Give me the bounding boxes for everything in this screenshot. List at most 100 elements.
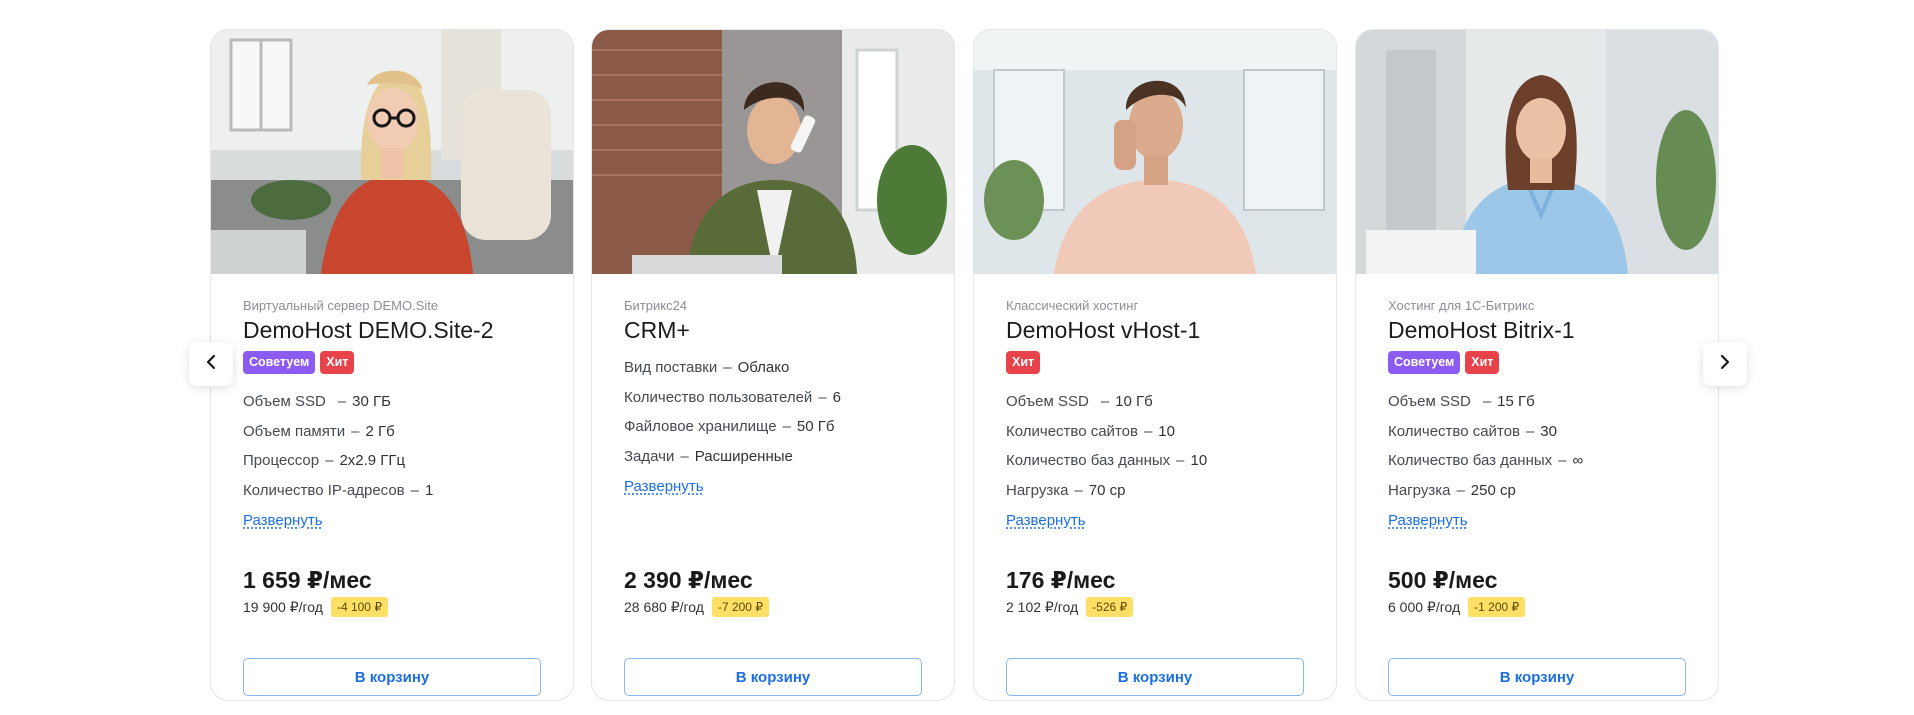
add-to-cart-button[interactable]: В корзину (243, 658, 541, 696)
card-photo-man-phone-brick (592, 30, 954, 274)
spec-name: Нагрузка (1388, 481, 1451, 499)
tariff-card: Хостинг для 1С-Битрикс DemoHost Bitrix-1… (1355, 29, 1719, 701)
discount-badge: -1 200 ₽ (1468, 597, 1526, 617)
tariff-card: Битрикс24 CRM+ Вид поставки – Облако Колич… (591, 29, 955, 701)
spec-row: Объем SSD –30 ГБ (243, 393, 391, 410)
monthly-price: 2 390 ₽/мес (624, 567, 753, 593)
spec-name: Вид поставки (624, 359, 718, 376)
add-to-cart-button[interactable]: В корзину (1388, 658, 1686, 696)
spec-list: Вид поставки – Облако Количество пользоват… (624, 358, 924, 476)
spec-name: Количество пользователей (624, 388, 813, 406)
yearly-price: 2 102 ₽/год (1006, 598, 1079, 615)
spec-row: Задачи – Расширенные (624, 447, 793, 465)
spec-value: ∞ (1572, 452, 1584, 469)
add-to-cart-button[interactable]: В корзину (1006, 658, 1304, 696)
badge-group: Советуем Хит (1388, 351, 1688, 375)
price-block: 1 659 ₽/мес 19 900 ₽/год -4 100 ₽ (243, 566, 543, 618)
expand-link[interactable]: Развернуть (243, 512, 323, 529)
yearly-price-row: 6 000 ₽/год -1 200 ₽ (1388, 596, 1688, 618)
spec-row: Количество пользователей –6 (624, 388, 841, 406)
spec-value: Расширенные (694, 447, 793, 465)
card-title: DemoHost DEMO.Site-2 (243, 317, 494, 343)
spec-name: Процессор (243, 452, 320, 469)
spec-value: 10 (1190, 452, 1208, 469)
discount-badge: -4 100 ₽ (330, 597, 388, 617)
yearly-price-row: 2 102 ₽/год -526 ₽ (1006, 596, 1306, 618)
spec-row: Количество баз данных – ∞ (1388, 452, 1584, 469)
spec-value: 1 (425, 481, 434, 499)
spec-name: Количество баз данных (1388, 452, 1553, 469)
spec-row: Файловое хранилище –50 Гб (624, 418, 835, 435)
recommended-badge: Советуем (1388, 351, 1461, 374)
spec-value: 50 Гб (796, 418, 835, 435)
yearly-price-row: 19 900 ₽/год -4 100 ₽ (243, 596, 543, 618)
spec-row: Нагрузка –250 cp (1388, 481, 1516, 499)
spec-list: Объем SSD –10 Гб Количество сайтов –10 Кол… (1006, 392, 1306, 510)
spec-name: Количество сайтов (1006, 422, 1138, 440)
tariff-carousel: Виртуальный сервер DEMO.Site DemoHost DE… (0, 0, 1914, 715)
yearly-price: 6 000 ₽/год (1388, 598, 1461, 615)
carousel-prev-button[interactable] (189, 342, 233, 386)
spec-name: Объем SSD (1006, 393, 1089, 410)
spec-value: 2 Гб (365, 422, 395, 440)
monthly-price: 176 ₽/мес (1006, 567, 1116, 593)
spec-row: Объем SSD –15 Гб (1388, 393, 1535, 410)
hit-badge: Хит (1465, 351, 1500, 374)
hit-badge: Хит (320, 351, 355, 374)
chevron-left-icon (204, 354, 218, 375)
spec-value: 70 cp (1088, 481, 1126, 499)
spec-row: Объем памяти –2 Гб (243, 422, 395, 440)
spec-list: Объем SSD –15 Гб Количество сайтов –30 Кол… (1388, 392, 1688, 510)
badge-group: Хит (1006, 351, 1306, 375)
card-category: Хостинг для 1С-Битрикс (1388, 298, 1535, 313)
carousel-next-button[interactable] (1703, 342, 1747, 386)
discount-badge: -526 ₽ (1086, 597, 1134, 617)
spec-value: 250 cp (1470, 481, 1516, 499)
spec-value: 15 Гб (1497, 393, 1535, 410)
card-photo-woman-blue-blouse (1356, 30, 1718, 274)
spec-row: Процессор –2x2.9 ГГц (243, 452, 406, 469)
tariff-card: Классический хостинг DemoHost vHost-1 Хи… (973, 29, 1337, 701)
spec-row: Объем SSD –10 Гб (1006, 393, 1153, 410)
card-title: DemoHost vHost-1 (1006, 317, 1201, 343)
card-photo-woman-glasses (211, 30, 573, 274)
spec-name: Количество IP-адресов (243, 481, 405, 499)
spec-value: 2x2.9 ГГц (339, 452, 406, 469)
spec-list: Объем SSD –30 ГБ Объем памяти –2 Гб Процес… (243, 392, 543, 510)
spec-row: Вид поставки – Облако (624, 359, 790, 376)
badge-group: Советуем Хит (243, 351, 543, 375)
price-block: 2 390 ₽/мес 28 680 ₽/год -7 200 ₽ (624, 566, 924, 618)
spec-name: Задачи (624, 447, 675, 465)
spec-row: Количество IP-адресов –1 (243, 481, 434, 499)
spec-row: Нагрузка –70 cp (1006, 481, 1126, 499)
tariff-card: Виртуальный сервер DEMO.Site DemoHost DE… (210, 29, 574, 701)
recommended-badge: Советуем (243, 351, 316, 374)
chevron-right-icon (1718, 354, 1732, 375)
spec-row: Количество сайтов –30 (1388, 422, 1557, 440)
monthly-price: 1 659 ₽/мес (243, 567, 372, 593)
price-block: 500 ₽/мес 6 000 ₽/год -1 200 ₽ (1388, 566, 1688, 618)
spec-name: Объем SSD (1388, 393, 1471, 410)
expand-link[interactable]: Развернуть (1388, 512, 1468, 529)
card-photo-man-phone-office (974, 30, 1336, 274)
spec-value: Облако (737, 359, 790, 376)
spec-row: Количество баз данных –10 (1006, 452, 1208, 469)
spec-value: 6 (832, 388, 841, 406)
yearly-price: 28 680 ₽/год (624, 598, 704, 615)
discount-badge: -7 200 ₽ (711, 597, 769, 617)
monthly-price: 500 ₽/мес (1388, 567, 1498, 593)
hit-badge: Хит (1006, 351, 1041, 374)
card-category: Классический хостинг (1006, 298, 1139, 313)
expand-link[interactable]: Развернуть (1006, 512, 1086, 529)
expand-link[interactable]: Развернуть (624, 478, 704, 495)
add-to-cart-button[interactable]: В корзину (624, 658, 922, 696)
spec-name: Объем SSD (243, 393, 326, 410)
card-category: Виртуальный сервер DEMO.Site (243, 298, 439, 313)
spec-value: 30 ГБ (352, 393, 391, 410)
yearly-price: 19 900 ₽/год (243, 598, 323, 615)
card-title: DemoHost Bitrix-1 (1388, 317, 1575, 343)
spec-name: Нагрузка (1006, 481, 1069, 499)
card-category: Битрикс24 (624, 298, 688, 313)
spec-row: Количество сайтов –10 (1006, 422, 1175, 440)
card-title: CRM+ (624, 317, 690, 343)
